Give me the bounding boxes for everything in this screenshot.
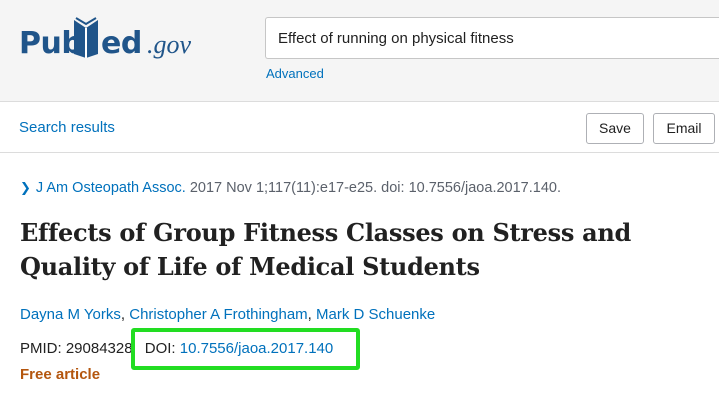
article-citation: ❯ J Am Osteopath Assoc. 2017 Nov 1;117(11…	[20, 180, 561, 196]
logo-ed-text: ed	[101, 26, 142, 61]
book-icon	[74, 17, 98, 58]
citation-details: 2017 Nov 1;117(11):e17-e25. doi: 10.7556…	[185, 180, 561, 196]
free-article-badge: Free article	[20, 366, 101, 383]
search-input[interactable]: Effect of running on physical fitness	[265, 17, 719, 59]
journal-link[interactable]: J Am Osteopath Assoc.	[36, 180, 186, 196]
email-button[interactable]: Email	[653, 113, 715, 144]
pubmed-logo[interactable]: Pub ed .gov	[19, 12, 199, 64]
chevron-right-icon[interactable]: ❯	[20, 180, 31, 195]
author-link[interactable]: Christopher A Frothingham	[129, 306, 307, 323]
author-list: Dayna M Yorks, Christopher A Frothingham…	[20, 306, 435, 323]
search-input-value: Effect of running on physical fitness	[278, 30, 514, 47]
author-separator: ,	[307, 306, 317, 323]
save-button[interactable]: Save	[586, 113, 644, 144]
pmid-label: PMID: 29084328	[20, 340, 133, 357]
doi-highlight-box	[131, 328, 360, 370]
logo-gov-text: .gov	[147, 30, 192, 59]
article-title: Effects of Group Fitness Classes on Stre…	[20, 218, 631, 281]
results-toolbar: Search results Save Email	[0, 102, 719, 153]
search-results-link[interactable]: Search results	[19, 119, 115, 136]
author-separator: ,	[120, 306, 130, 323]
advanced-search-link[interactable]: Advanced	[266, 66, 324, 81]
author-link[interactable]: Dayna M Yorks	[20, 306, 121, 323]
header: Pub ed .gov Effect of running on physica…	[0, 0, 719, 102]
author-link[interactable]: Mark D Schuenke	[316, 306, 435, 323]
